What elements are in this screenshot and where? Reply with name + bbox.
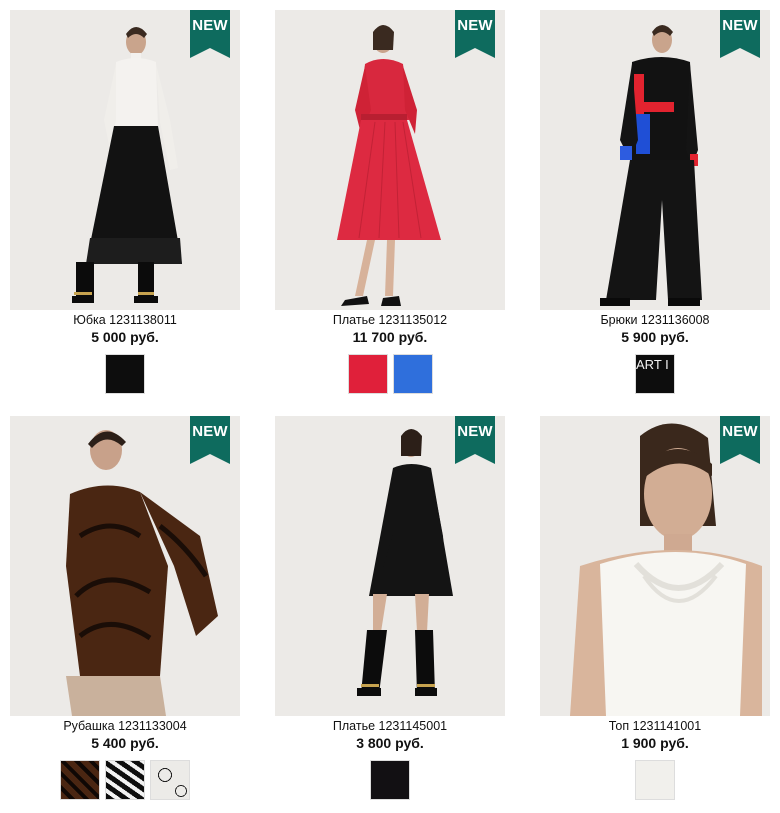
product-title[interactable]: Юбка 1231138011 [10,313,240,328]
swatch-black-print[interactable]: ART I [635,354,675,394]
product-photo[interactable]: NEW [10,416,240,716]
product-price: 5 900 руб. [621,329,689,345]
product-title[interactable]: Брюки 1231136008 [540,313,770,328]
color-swatches [10,354,240,394]
product-price: 11 700 руб. [352,329,428,345]
new-badge-label: NEW [192,17,228,34]
new-badge-label: NEW [457,423,493,440]
product-title[interactable]: Топ 1231141001 [540,719,770,734]
product-card-3[interactable]: NEW Брюки 1231136008 5 900 руб. ART I [540,10,770,394]
swatch-brown-zebra[interactable] [60,760,100,800]
new-badge: NEW [190,416,230,464]
swatch-blue[interactable] [392,354,433,394]
product-price: 3 800 руб. [356,735,424,751]
product-title[interactable]: Рубашка 1231133004 [10,719,240,734]
product-price: 1 900 руб. [621,735,689,751]
color-swatches [275,760,505,800]
swatch-red[interactable] [347,354,388,394]
product-card-5[interactable]: NEW Платье 1231145001 3 800 руб. [275,416,505,800]
new-badge-label: NEW [722,423,758,440]
new-badge-label: NEW [192,423,228,440]
product-photo[interactable]: NEW [540,10,770,310]
new-badge-label: NEW [722,17,758,34]
swatch-black[interactable] [370,760,410,800]
product-photo[interactable]: NEW [275,10,505,310]
swatch-white-circles[interactable] [150,760,190,800]
new-badge: NEW [455,10,495,58]
swatch-white[interactable] [635,760,675,800]
product-price: 5 000 руб. [91,329,159,345]
product-title[interactable]: Платье 1231145001 [275,719,505,734]
swatch-black[interactable] [105,354,145,394]
product-price: 5 400 руб. [91,735,159,751]
product-photo[interactable]: NEW [540,416,770,716]
color-swatches: ART I [540,354,770,394]
product-title[interactable]: Платье 1231135012 [275,313,505,328]
color-swatches [540,760,770,800]
product-photo[interactable]: NEW [10,10,240,310]
swatch-print-text: ART I [636,357,669,372]
product-card-6[interactable]: NEW Топ 1231141001 1 900 руб. [540,416,770,800]
product-card-4[interactable]: NEW Рубашка 1231133004 5 400 руб. [10,416,240,800]
new-badge: NEW [720,10,760,58]
product-photo[interactable]: NEW [275,416,505,716]
product-card-2[interactable]: NEW Платье 1231135012 11 700 руб. [275,10,505,394]
new-badge: NEW [720,416,760,464]
new-badge: NEW [190,10,230,58]
new-badge-label: NEW [457,17,493,34]
product-card-1[interactable]: NEW Юбка 1231138011 5 000 руб. [10,10,240,394]
swatch-black-white-zebra[interactable] [105,760,145,800]
color-swatches [10,760,240,800]
new-badge: NEW [455,416,495,464]
color-swatches [275,354,505,394]
